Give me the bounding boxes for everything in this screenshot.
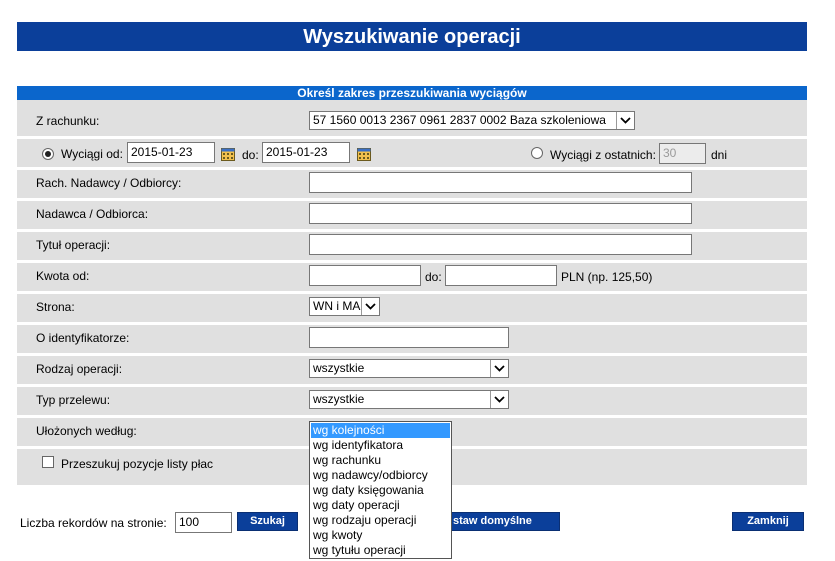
sort-option[interactable]: wg rachunku (311, 453, 450, 468)
sort-option[interactable]: wg tytułu operacji (311, 543, 450, 558)
operation-type-select[interactable]: wszystkie (309, 359, 509, 378)
row-separator (17, 322, 807, 325)
close-button[interactable]: Zamknij (732, 512, 804, 531)
payer-input[interactable] (309, 203, 692, 224)
side-select[interactable]: WN i MA (309, 297, 380, 316)
date-to-input[interactable]: 2015-01-23 (262, 142, 350, 163)
identifier-label: O identyfikatorze: (36, 331, 130, 345)
amount-to-label: do: (425, 270, 442, 284)
side-select-value: WN i MA (313, 299, 361, 313)
sort-dropdown-list[interactable]: wg kolejności wg identyfikatora wg rachu… (309, 421, 452, 559)
side-label: Strona: (36, 300, 75, 314)
amount-to-input[interactable] (445, 265, 557, 286)
page-title: Wyszukiwanie operacji (17, 22, 807, 51)
row-separator (17, 167, 807, 170)
last-days-input[interactable]: 30 (659, 143, 706, 164)
section-header: Określ zakres przeszukiwania wyciągów (17, 86, 807, 100)
payer-account-label: Rach. Nadawcy / Odbiorcy: (36, 176, 182, 190)
operation-type-value: wszystkie (313, 361, 365, 375)
account-label: Z rachunku: (36, 114, 100, 128)
calendar-icon[interactable] (357, 148, 371, 161)
chevron-down-icon[interactable] (361, 298, 379, 315)
transfer-type-label: Typ przelewu: (36, 393, 111, 407)
days-label: dni (711, 148, 728, 162)
row-separator (17, 260, 807, 263)
row-separator (17, 353, 807, 356)
statements-from-label: Wyciągi od: (61, 147, 123, 161)
row-separator (17, 229, 807, 232)
radio-statements-last[interactable] (531, 147, 543, 159)
sort-option[interactable]: wg nadawcy/odbiorcy (311, 468, 450, 483)
transfer-type-select[interactable]: wszystkie (309, 390, 509, 409)
amount-from-input[interactable] (309, 265, 421, 286)
amount-hint: PLN (np. 125,50) (561, 270, 653, 284)
account-select[interactable]: 57 1560 0013 2367 0961 2837 0002 Baza sz… (309, 111, 635, 130)
search-button[interactable]: Szukaj (237, 512, 298, 531)
sort-option[interactable]: wg kwoty (311, 528, 450, 543)
payroll-checkbox[interactable] (42, 456, 54, 468)
operation-title-label: Tytuł operacji: (36, 238, 111, 252)
sort-option[interactable]: wg rodzaju operacji (311, 513, 450, 528)
identifier-input[interactable] (309, 327, 509, 348)
date-from-input[interactable]: 2015-01-23 (127, 142, 215, 163)
row-separator (17, 291, 807, 294)
amount-from-label: Kwota od: (36, 269, 90, 283)
row-separator (17, 415, 807, 418)
vertical-scrollbar[interactable] (807, 0, 835, 561)
chevron-down-icon[interactable] (490, 391, 508, 408)
operation-title-input[interactable] (309, 234, 692, 255)
payroll-label: Przeszukuj pozycje listy płac (61, 457, 214, 471)
row-separator (17, 136, 807, 139)
statements-last-label: Wyciągi z ostatnich: (550, 148, 656, 162)
account-select-value: 57 1560 0013 2367 0961 2837 0002 Baza sz… (313, 113, 606, 127)
row-separator (17, 384, 807, 387)
records-per-page-label: Liczba rekordów na stronie: (20, 516, 167, 530)
sort-option[interactable]: wg daty operacji (311, 498, 450, 513)
payer-account-input[interactable] (309, 172, 692, 193)
transfer-type-value: wszystkie (313, 392, 365, 406)
chevron-down-icon[interactable] (616, 112, 634, 129)
operation-type-label: Rodzaj operacji: (36, 362, 123, 376)
sort-option[interactable]: wg identyfikatora (311, 438, 450, 453)
records-per-page-input[interactable]: 100 (175, 512, 232, 533)
payer-label: Nadawca / Odbiorca: (36, 207, 149, 221)
sort-label: Ułożonych według: (36, 424, 137, 438)
radio-statements-from[interactable] (42, 148, 54, 160)
chevron-down-icon[interactable] (490, 360, 508, 377)
calendar-icon[interactable] (221, 148, 235, 161)
sort-option[interactable]: wg kolejności (311, 423, 450, 438)
date-to-label: do: (242, 148, 259, 162)
sort-option[interactable]: wg daty księgowania (311, 483, 450, 498)
row-separator (17, 198, 807, 201)
